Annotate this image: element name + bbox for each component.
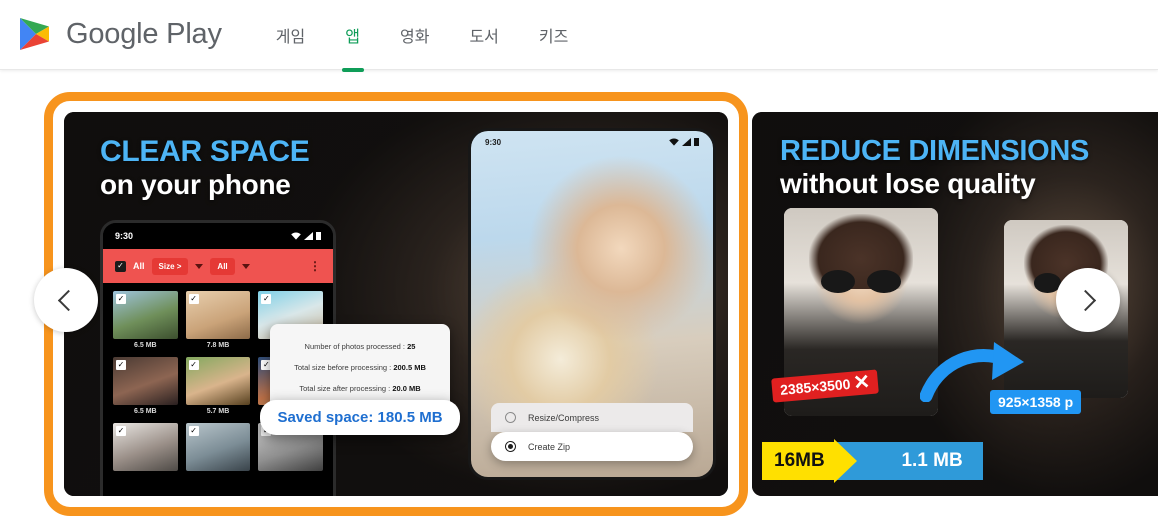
screenshot-carousel: CLEAR SPACE on your phone 9:30 ✓ All Siz… bbox=[0, 70, 1158, 529]
photo-item[interactable]: ✓ bbox=[185, 423, 251, 474]
battery-icon bbox=[316, 232, 321, 240]
option-create-zip[interactable]: Create Zip bbox=[491, 432, 693, 461]
option-label: Resize/Compress bbox=[528, 412, 600, 423]
signal-icon bbox=[304, 232, 313, 240]
phone-mockup-options: 9:30 Resize/Compress Create Zip bbox=[468, 128, 716, 480]
nav-tab-books[interactable]: 도서 bbox=[449, 0, 518, 70]
size-before-badge: 16MB bbox=[762, 439, 857, 483]
status-icons bbox=[291, 232, 321, 240]
nav-tab-games[interactable]: 게임 bbox=[256, 0, 325, 70]
stats-label: Number of photos processed : bbox=[304, 342, 406, 351]
nav-tab-apps[interactable]: 앱 bbox=[325, 0, 380, 70]
slide2-headline: REDUCE DIMENSIONS without lose quality bbox=[780, 135, 1090, 201]
photo-checkbox[interactable]: ✓ bbox=[116, 294, 126, 304]
photo-checkbox[interactable]: ✓ bbox=[188, 426, 199, 436]
site-header: Google Play 게임 앱 영화 도서 키즈 bbox=[0, 0, 1158, 70]
google-play-triangle-icon bbox=[20, 17, 49, 50]
stats-row: Total size before processing : 200.5 MB bbox=[280, 357, 440, 378]
export-options-list: Resize/Compress Create Zip bbox=[491, 403, 693, 461]
chevron-right-icon bbox=[1074, 289, 1097, 311]
slide2-headline-top: REDUCE DIMENSIONS bbox=[780, 135, 1090, 167]
photo-thumbnail: ✓ bbox=[185, 357, 251, 405]
photo-item[interactable]: ✓ bbox=[113, 423, 178, 474]
photo-checkbox[interactable]: ✓ bbox=[188, 360, 199, 370]
photo-checkbox[interactable]: ✓ bbox=[116, 360, 126, 370]
type-filter-chip[interactable]: All bbox=[210, 257, 235, 275]
photo-item[interactable]: ✓ 7.8 MB bbox=[185, 291, 251, 349]
google-play-logo[interactable] bbox=[12, 10, 58, 60]
photo-checkbox[interactable]: ✓ bbox=[188, 294, 199, 304]
close-icon: ✕ bbox=[852, 371, 872, 395]
status-icons-2 bbox=[669, 138, 699, 146]
photo-thumbnail: ✓ bbox=[185, 423, 251, 471]
wifi-icon-2 bbox=[669, 138, 679, 146]
battery-icon-2 bbox=[694, 138, 699, 146]
photo-item[interactable]: ✓ 6.5 MB bbox=[113, 357, 178, 415]
main-nav: 게임 앱 영화 도서 키즈 bbox=[256, 0, 589, 70]
stats-value: 20.0 MB bbox=[392, 384, 421, 393]
chevron-left-icon bbox=[57, 289, 80, 311]
stats-value: 200.5 MB bbox=[393, 363, 426, 372]
stats-label: Total size after processing : bbox=[299, 384, 391, 393]
photo-thumbnail: ✓ bbox=[185, 291, 251, 339]
stats-row: Number of photos processed : 25 bbox=[280, 336, 440, 357]
carousel-slide-clear-space[interactable]: CLEAR SPACE on your phone 9:30 ✓ All Siz… bbox=[64, 112, 728, 496]
photo-size-label: 7.8 MB bbox=[206, 342, 230, 349]
stats-row: Total size after processing : 20.0 MB bbox=[280, 378, 440, 399]
photo-item[interactable]: ✓ 6.5 MB bbox=[113, 291, 178, 349]
sunglasses-detail bbox=[820, 270, 902, 294]
gallery-toolbar: ✓ All Size > All ⋮ bbox=[103, 249, 333, 283]
brand-title: Google Play bbox=[66, 18, 222, 50]
size-comparison-bar: 16MB 1.1 MB bbox=[762, 439, 983, 483]
carousel-prev-button[interactable] bbox=[34, 268, 98, 332]
photo-checkbox[interactable]: ✓ bbox=[116, 426, 126, 436]
stats-value: 25 bbox=[407, 342, 416, 351]
original-dimensions-label: 2385×3500 bbox=[779, 375, 852, 398]
status-time-2: 9:30 bbox=[485, 137, 502, 147]
stats-label: Total size before processing : bbox=[294, 363, 392, 372]
status-time: 9:30 bbox=[115, 231, 134, 241]
radio-icon-unselected[interactable] bbox=[505, 412, 516, 423]
photo-size-label: 6.5 MB bbox=[134, 342, 157, 349]
option-label: Create Zip bbox=[528, 441, 571, 452]
photo-size-label: 5.7 MB bbox=[206, 408, 230, 415]
photo-checkbox[interactable]: ✓ bbox=[261, 294, 272, 304]
photo-thumbnail: ✓ bbox=[113, 291, 178, 339]
overflow-menu-icon[interactable]: ⋮ bbox=[309, 260, 321, 272]
phone-status-bar: 9:30 bbox=[103, 223, 333, 249]
nav-tab-kids[interactable]: 키즈 bbox=[519, 0, 588, 70]
wifi-icon bbox=[291, 232, 301, 240]
phone-status-bar-2: 9:30 bbox=[471, 131, 713, 153]
nav-tab-movies[interactable]: 영화 bbox=[380, 0, 449, 70]
photo-thumbnail: ✓ bbox=[113, 423, 178, 471]
select-all-checkbox[interactable]: ✓ bbox=[115, 260, 126, 272]
slide1-headline: CLEAR SPACE on your phone bbox=[100, 135, 310, 202]
processing-stats-card: Number of photos processed : 25 Total si… bbox=[270, 324, 450, 411]
chevron-down-icon-2[interactable] bbox=[241, 263, 250, 269]
slide1-headline-bottom: on your phone bbox=[100, 169, 291, 201]
photo-thumbnail: ✓ bbox=[113, 357, 178, 405]
carousel-next-button[interactable] bbox=[1056, 268, 1120, 332]
photo-size-label: 6.5 MB bbox=[134, 408, 157, 415]
option-resize-compress[interactable]: Resize/Compress bbox=[491, 403, 693, 432]
size-after-badge: 1.1 MB bbox=[834, 442, 983, 480]
size-filter-chip[interactable]: Size > bbox=[151, 257, 189, 275]
photo-item[interactable]: ✓ 5.7 MB bbox=[185, 357, 251, 415]
slide1-headline-top: CLEAR SPACE bbox=[100, 135, 310, 168]
resized-dimensions-badge: 925×1358 p bbox=[990, 390, 1082, 414]
select-all-label: All bbox=[133, 261, 145, 271]
slide2-headline-bottom: without lose quality bbox=[780, 168, 1036, 200]
radio-icon-selected[interactable] bbox=[505, 441, 516, 452]
saved-space-pill: Saved space: 180.5 MB bbox=[260, 400, 460, 435]
signal-icon-2 bbox=[682, 138, 691, 146]
chevron-down-icon-1[interactable] bbox=[195, 263, 204, 269]
